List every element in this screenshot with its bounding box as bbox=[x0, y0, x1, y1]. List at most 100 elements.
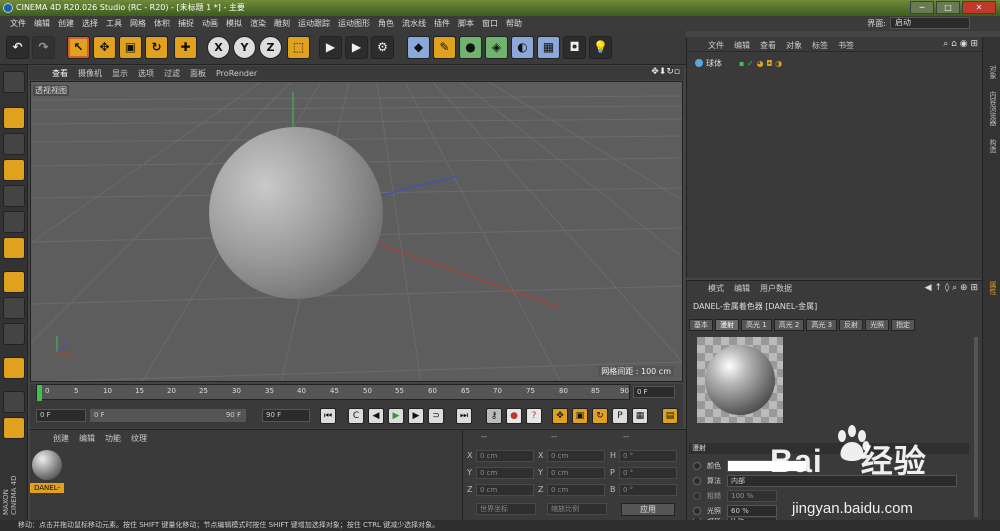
attr-menu-mode[interactable]: 模式 bbox=[703, 283, 729, 295]
axis-mode-icon[interactable] bbox=[3, 271, 25, 293]
animate-toggle-icon[interactable] bbox=[693, 491, 701, 500]
viewport-menu-view[interactable]: 查看 bbox=[47, 68, 73, 79]
workplane-mode-icon[interactable] bbox=[3, 159, 25, 181]
vtab-objects[interactable]: 对象 bbox=[986, 65, 998, 79]
menu-snap[interactable]: 捕捉 bbox=[174, 18, 198, 29]
menu-pipeline[interactable]: 流水线 bbox=[398, 18, 430, 29]
tab-specular-1[interactable]: 高光 1 bbox=[741, 319, 772, 331]
render-settings-icon[interactable]: ⚙ bbox=[371, 36, 394, 59]
deformer-icon[interactable]: ◐ bbox=[511, 36, 534, 59]
material-menu-function[interactable]: 功能 bbox=[100, 433, 126, 444]
viewport-menu-display[interactable]: 显示 bbox=[107, 68, 133, 79]
material-thumbnail[interactable] bbox=[32, 450, 62, 480]
autokey-icon[interactable]: ? bbox=[526, 408, 542, 424]
tab-assign[interactable]: 指定 bbox=[891, 319, 916, 331]
tab-specular-2[interactable]: 高光 2 bbox=[773, 319, 805, 331]
pos-y-field[interactable]: 0 cm bbox=[476, 467, 534, 479]
menu-motion-tracking[interactable]: 运动跟踪 bbox=[294, 18, 334, 29]
tweak-mode-icon[interactable] bbox=[3, 297, 25, 319]
material-tag-icon[interactable]: ◕ ◘ ◑ bbox=[757, 59, 782, 68]
attr-menu-edit[interactable]: 编辑 bbox=[729, 283, 755, 295]
previous-frame-icon[interactable]: ◀ bbox=[368, 408, 384, 424]
coordinate-system-icon[interactable]: ⬚ bbox=[287, 36, 310, 59]
array-generator-icon[interactable]: ◈ bbox=[485, 36, 508, 59]
edges-mode-icon[interactable] bbox=[3, 211, 25, 233]
material-menu-create[interactable]: 创建 bbox=[48, 433, 74, 444]
render-view-icon[interactable]: ▶ bbox=[319, 36, 342, 59]
next-frame-icon[interactable]: ▶ bbox=[408, 408, 424, 424]
menu-character[interactable]: 角色 bbox=[374, 18, 398, 29]
tab-basic[interactable]: 基本 bbox=[689, 319, 713, 331]
scale-icon[interactable]: ▣ bbox=[119, 36, 142, 59]
pos-x-field[interactable]: 0 cm bbox=[476, 450, 534, 462]
coordinate-mode-dropdown[interactable]: 世界坐标 bbox=[476, 503, 536, 515]
go-to-start-icon[interactable]: ⏮ bbox=[320, 408, 336, 424]
key-scale-icon[interactable]: ▣ bbox=[572, 408, 588, 424]
end-frame-field[interactable]: 90 F bbox=[262, 409, 310, 422]
play-icon[interactable]: ▶ bbox=[388, 408, 404, 424]
object-menu-objects[interactable]: 对象 bbox=[781, 40, 807, 51]
menu-mograph[interactable]: 运动图形 bbox=[334, 18, 374, 29]
viewport-menu-filter[interactable]: 过滤 bbox=[159, 68, 185, 79]
visibility-check-icon[interactable]: ▪ ✓ bbox=[739, 59, 754, 68]
floor-scene-icon[interactable]: ▦ bbox=[537, 36, 560, 59]
magnet-icon[interactable] bbox=[3, 357, 25, 379]
tab-specular-3[interactable]: 高光 3 bbox=[806, 319, 838, 331]
object-menu-bookmarks[interactable]: 书签 bbox=[833, 40, 859, 51]
minimize-button[interactable]: ─ bbox=[910, 1, 934, 14]
texture-mode-icon[interactable] bbox=[3, 133, 25, 155]
recent-tool-icon[interactable]: ✚ bbox=[174, 36, 197, 59]
object-menu-edit[interactable]: 编辑 bbox=[729, 40, 755, 51]
record-icon[interactable]: ● bbox=[506, 408, 522, 424]
menu-script[interactable]: 脚本 bbox=[454, 18, 478, 29]
go-to-end-icon[interactable]: ⏭ bbox=[456, 408, 472, 424]
attr-nav-icons[interactable]: ◀ ↑ ◊ ⌕ ⊕ ⊞ bbox=[925, 283, 978, 293]
z-axis-lock-button[interactable]: Z bbox=[259, 36, 282, 59]
close-button[interactable]: ✕ bbox=[962, 1, 996, 14]
animate-toggle-icon[interactable] bbox=[693, 461, 701, 470]
vtab-attributes[interactable]: 属性 bbox=[986, 281, 998, 295]
start-frame-field[interactable]: 0 F bbox=[36, 409, 86, 422]
apply-button[interactable]: 应用 bbox=[621, 503, 675, 516]
next-key-icon[interactable]: ⊃ bbox=[428, 408, 444, 424]
size-z-field[interactable]: 0 cm bbox=[547, 484, 605, 496]
live-selection-icon[interactable]: ↖ bbox=[67, 36, 90, 59]
make-editable-icon[interactable] bbox=[3, 71, 25, 93]
y-axis-lock-button[interactable]: Y bbox=[233, 36, 256, 59]
tab-illumination[interactable]: 光照 bbox=[865, 319, 890, 331]
vtab-structure[interactable]: 构造 bbox=[986, 139, 998, 153]
object-menu-file[interactable]: 文件 bbox=[703, 40, 729, 51]
current-frame-field[interactable]: 0 F bbox=[633, 386, 675, 398]
menu-mesh[interactable]: 网格 bbox=[126, 18, 150, 29]
menu-tools[interactable]: 工具 bbox=[102, 18, 126, 29]
tab-diffuse[interactable]: 漫射 bbox=[715, 319, 739, 331]
points-mode-icon[interactable] bbox=[3, 185, 25, 207]
menu-render[interactable]: 渲染 bbox=[246, 18, 270, 29]
object-row-sphere[interactable]: 球体 ▪ ✓ ◕ ◘ ◑ bbox=[695, 57, 977, 69]
object-search-icon[interactable]: ⌕ ⌂ ◉ ⊞ bbox=[943, 39, 978, 49]
planar-workplane-icon[interactable] bbox=[3, 417, 25, 439]
size-x-field[interactable]: 0 cm bbox=[547, 450, 605, 462]
menu-select[interactable]: 选择 bbox=[78, 18, 102, 29]
render-picture-viewer-icon[interactable]: ▶ bbox=[345, 36, 368, 59]
menu-animate[interactable]: 动画 bbox=[198, 18, 222, 29]
snap-icon[interactable] bbox=[3, 323, 25, 345]
subdivision-surface-icon[interactable]: ● bbox=[459, 36, 482, 59]
model-mode-icon[interactable] bbox=[3, 107, 25, 129]
perspective-viewport[interactable]: 透视视图 网格间距 : 100 cm bbox=[30, 81, 683, 382]
material-menu-texture[interactable]: 纹理 bbox=[126, 433, 152, 444]
menu-file[interactable]: 文件 bbox=[6, 18, 30, 29]
rot-p-field[interactable]: 0 ° bbox=[619, 467, 677, 479]
cube-primitive-icon[interactable]: ◆ bbox=[407, 36, 430, 59]
object-menu-view[interactable]: 查看 bbox=[755, 40, 781, 51]
menu-edit[interactable]: 编辑 bbox=[30, 18, 54, 29]
polygons-mode-icon[interactable] bbox=[3, 237, 25, 259]
vtab-content-browser[interactable]: 内容浏览器 bbox=[986, 91, 998, 126]
menu-sculpt[interactable]: 雕刻 bbox=[270, 18, 294, 29]
light-icon[interactable]: 💡 bbox=[589, 36, 612, 59]
viewport-menu-panel[interactable]: 面板 bbox=[185, 68, 211, 79]
key-rotation-icon[interactable]: ↻ bbox=[592, 408, 608, 424]
keyframe-selection-icon[interactable]: ⚷ bbox=[486, 408, 502, 424]
sphere-object[interactable] bbox=[209, 127, 383, 299]
scale-mode-dropdown[interactable]: 缩放比例 bbox=[547, 503, 607, 515]
